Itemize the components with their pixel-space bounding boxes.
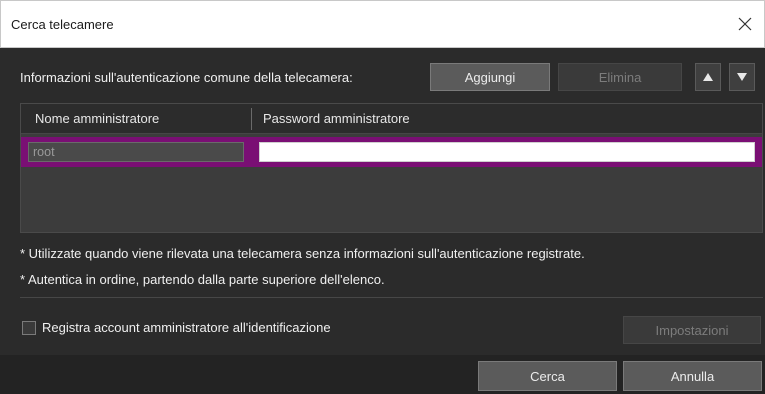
close-icon <box>738 17 752 31</box>
move-up-button[interactable] <box>695 63 721 91</box>
add-button[interactable]: Aggiungi <box>430 63 550 91</box>
move-down-button[interactable] <box>729 63 755 91</box>
admin-password-field[interactable] <box>259 142 755 162</box>
triangle-up-icon <box>703 73 713 81</box>
table-header: Nome amministratore Password amministrat… <box>21 104 762 134</box>
dialog-footer: Cerca Annulla <box>0 355 765 394</box>
register-admin-checkbox[interactable] <box>22 321 36 335</box>
dialog-body: Informazioni sull'autenticazione comune … <box>0 48 765 355</box>
cancel-button[interactable]: Annulla <box>623 361 762 391</box>
credentials-table: Nome amministratore Password amministrat… <box>20 103 763 233</box>
column-divider[interactable] <box>251 108 252 130</box>
window-title: Cerca telecamere <box>11 17 114 32</box>
column-header-admin-name[interactable]: Nome amministratore <box>35 111 159 126</box>
register-admin-label[interactable]: Registra account amministratore all'iden… <box>42 320 331 335</box>
triangle-down-icon <box>737 73 747 81</box>
settings-button[interactable]: Impostazioni <box>623 316 761 344</box>
admin-name-field[interactable]: root <box>28 142 244 162</box>
search-button[interactable]: Cerca <box>478 361 617 391</box>
note-auth-order: * Autentica in ordine, partendo dalla pa… <box>20 272 385 287</box>
note-unregistered-auth: * Utilizzate quando viene rilevata una t… <box>20 246 585 261</box>
column-header-admin-password[interactable]: Password amministratore <box>263 111 410 126</box>
table-row[interactable]: root <box>21 137 762 167</box>
title-bar: Cerca telecamere <box>0 0 765 48</box>
close-button[interactable] <box>732 11 758 37</box>
delete-button[interactable]: Elimina <box>558 63 682 91</box>
auth-info-label: Informazioni sull'autenticazione comune … <box>20 70 353 85</box>
section-divider <box>20 297 763 298</box>
